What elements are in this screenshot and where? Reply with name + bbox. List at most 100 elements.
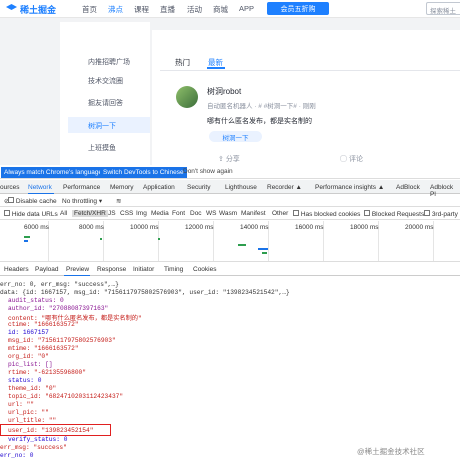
json-data-summary[interactable]: data: {id: 1667157, msg_id: "71561179758… <box>0 289 290 296</box>
filter-fetch-xhr[interactable]: Fetch/XHR <box>72 210 108 217</box>
filter-media[interactable]: Media <box>151 210 169 217</box>
checkbox-icon <box>8 197 14 203</box>
blocked-requests-checkbox[interactable]: Blocked Requests <box>364 210 424 218</box>
sidebar-item-tech-circle[interactable]: 技术交流圈 <box>88 76 123 86</box>
timeline-tick: 18000 ms <box>350 224 379 231</box>
waterfall-bar <box>100 238 102 240</box>
match-language-button[interactable]: Always match Chrome's language <box>1 167 106 178</box>
vip-button[interactable]: 会员五折购 <box>267 2 329 15</box>
timeline-tick: 12000 ms <box>185 224 214 231</box>
filter-font[interactable]: Font <box>172 210 185 217</box>
timeline-tick: 14000 ms <box>240 224 269 231</box>
sidebar-item-recruit[interactable]: 内推招聘广场 <box>88 57 130 67</box>
tab-timing[interactable]: Timing <box>164 266 183 273</box>
network-tab-indicator <box>28 193 54 194</box>
post-content: 哪有什么匿名发布，都是实名制的 <box>207 118 312 125</box>
avatar[interactable] <box>176 86 198 108</box>
watermark: @稀土掘金技术社区 <box>357 447 425 456</box>
tab-recorder[interactable]: Recorder ▲ <box>267 184 302 191</box>
json-field: mtime: "1666163572" <box>8 345 79 352</box>
tab-adblock[interactable]: AdBlock <box>396 184 420 191</box>
tab-payload[interactable]: Payload <box>35 266 59 273</box>
checkbox-icon <box>4 210 10 216</box>
waterfall-bar <box>158 238 160 240</box>
wifi-icon[interactable]: ≋ <box>116 197 121 205</box>
sidebar-item-qa[interactable]: 掘友请回答 <box>88 98 123 108</box>
json-field: author_id: "27088087397163" <box>8 305 109 312</box>
checkbox-icon <box>293 210 299 216</box>
third-party-checkbox[interactable]: 3rd-party <box>424 210 458 218</box>
dont-show-again-link[interactable]: Don't show again <box>183 168 233 175</box>
filter-img[interactable]: Img <box>136 210 147 217</box>
nav-course[interactable]: 课程 <box>134 4 149 15</box>
tab-preview[interactable]: Preview <box>66 266 89 273</box>
comment-button[interactable]: ◯ 评论 <box>340 154 363 164</box>
share-button[interactable]: ⇪ 分享 <box>218 154 240 164</box>
json-field: url_title: "" <box>8 417 57 424</box>
nav-events[interactable]: 活动 <box>187 4 202 15</box>
switch-chinese-button[interactable]: Switch DevTools to Chinese <box>100 167 187 178</box>
tab-cookies[interactable]: Cookies <box>193 266 216 273</box>
tab-performance-insights[interactable]: Performance insights ▲ <box>315 184 384 191</box>
filter-all[interactable]: All <box>60 210 67 217</box>
timeline-tick: 16000 ms <box>295 224 324 231</box>
timeline-tick: 10000 ms <box>130 224 159 231</box>
waterfall-bar <box>24 240 28 242</box>
timeline-tick: 20000 ms <box>405 224 434 231</box>
blocked-cookies-checkbox[interactable]: Has blocked cookies <box>293 210 360 218</box>
filter-js[interactable]: JS <box>108 210 116 217</box>
topic-chip[interactable]: 树洞一下 <box>209 131 262 142</box>
nav-home[interactable]: 首页 <box>82 4 97 15</box>
tab-headers[interactable]: Headers <box>4 266 29 273</box>
disable-cache-checkbox[interactable]: Disable cache <box>8 197 57 205</box>
json-root[interactable]: err_no: 0, err_msg: "success",…} <box>0 281 119 288</box>
network-timeline[interactable] <box>0 220 460 262</box>
tab-sources[interactable]: ources <box>0 184 20 191</box>
juejin-logo[interactable]: 稀土掘金 <box>6 3 56 15</box>
filter-wasm[interactable]: Wasm <box>219 210 237 217</box>
tab-memory[interactable]: Memory <box>110 184 133 191</box>
filter-ws[interactable]: WS <box>206 210 216 217</box>
filter-manifest[interactable]: Manifest <box>241 210 266 217</box>
user-id-highlight <box>0 424 111 436</box>
waterfall-bar <box>24 236 30 238</box>
preview-tab-indicator <box>64 275 90 276</box>
json-field: ctime: "1666163572" <box>8 321 79 328</box>
nav-mall[interactable]: 商城 <box>213 4 228 15</box>
comment-icon: ◯ <box>340 156 349 163</box>
filter-css[interactable]: CSS <box>120 210 133 217</box>
search-input[interactable]: 探索稀土 <box>426 2 460 15</box>
throttling-select[interactable]: No throttling ▾ <box>62 197 102 205</box>
tab-network[interactable]: Network <box>28 184 52 191</box>
feed-card <box>152 30 460 165</box>
json-field: id: 1667157 <box>8 329 49 336</box>
nav-pins[interactable]: 沸点 <box>108 4 123 15</box>
post-author[interactable]: 树洞robot <box>207 86 241 97</box>
nav-app[interactable]: APP <box>239 4 254 13</box>
tab-initiator[interactable]: Initiator <box>133 266 154 273</box>
tab-performance[interactable]: Performance <box>63 184 100 191</box>
waterfall-bar <box>238 244 246 246</box>
checkbox-icon <box>364 210 370 216</box>
tab-application[interactable]: Application <box>143 184 175 191</box>
tab-hot[interactable]: 热门 <box>175 57 190 68</box>
hide-data-urls-checkbox[interactable]: Hide data URLs <box>4 210 58 218</box>
timeline-tick: 6000 ms <box>24 224 49 231</box>
json-field: audit_status: 0 <box>8 297 64 304</box>
sidebar-item-treehole[interactable]: 树洞一下 <box>88 121 116 131</box>
json-field: rtime: "-62135596800" <box>8 369 86 376</box>
sidebar-item-slack[interactable]: 上班摸鱼 <box>88 143 116 153</box>
nav-live[interactable]: 直播 <box>160 4 175 15</box>
logo-text: 稀土掘金 <box>20 4 57 15</box>
filter-other[interactable]: Other <box>272 210 288 217</box>
json-field: org_id: "0" <box>8 353 49 360</box>
tab-security[interactable]: Security <box>187 184 210 191</box>
tab-response[interactable]: Response <box>97 266 126 273</box>
tab-divider <box>160 70 460 71</box>
json-field: pic_list: [] <box>8 361 53 368</box>
waterfall-bar <box>258 248 268 250</box>
filter-doc[interactable]: Doc <box>190 210 202 217</box>
tab-lighthouse[interactable]: Lighthouse <box>225 184 257 191</box>
post-meta: 自动匿名机器人 · # #树洞一下# · 刚刚 <box>207 103 316 110</box>
topic-label: 树洞一下 <box>222 134 249 142</box>
